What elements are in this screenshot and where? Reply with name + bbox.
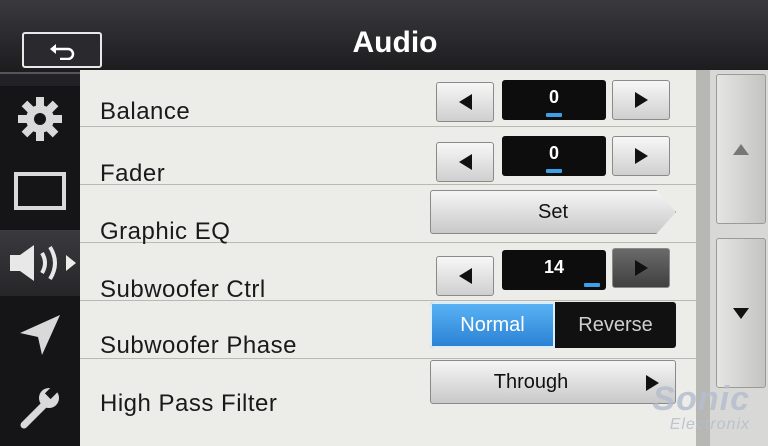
fader-label: Fader (100, 160, 166, 187)
settings-list: Balance 0 Fader 0 Graphic EQ Set Subwoof… (80, 70, 696, 446)
watermark-brand: Sonic (652, 380, 750, 418)
scroll-up-button[interactable] (716, 74, 766, 224)
subwoofer-decrease-button[interactable] (436, 256, 494, 296)
balance-value-text: 0 (548, 87, 559, 107)
header-bar: Audio (0, 0, 768, 74)
fader-value: 0 (502, 136, 606, 176)
speaker-icon (10, 245, 76, 281)
subwoofer-ctrl-row: Subwoofer Ctrl 14 (80, 244, 696, 303)
sidebar-item-navigation[interactable] (0, 302, 80, 368)
fader-value-text: 0 (548, 143, 559, 163)
right-arrow-icon (634, 260, 648, 276)
balance-level-indicator (546, 113, 562, 117)
audio-screen: Audio Balance 0 Fader 0 Graphic EQ Set S… (0, 0, 768, 446)
fader-increase-button[interactable] (612, 136, 670, 176)
page-title: Audio (352, 26, 438, 59)
phase-option-reverse[interactable]: Reverse (555, 302, 676, 348)
scroll-down-button[interactable] (716, 238, 766, 388)
fader-row: Fader 0 (80, 128, 696, 187)
subwoofer-phase-toggle: Normal Reverse (430, 302, 676, 348)
subwoofer-phase-label: Subwoofer Phase (100, 332, 297, 359)
right-arrow-icon (634, 148, 648, 164)
fader-decrease-button[interactable] (436, 142, 494, 182)
balance-value: 0 (502, 80, 606, 120)
watermark-sub: Electronix (669, 416, 750, 433)
subwoofer-level-indicator (584, 283, 600, 287)
back-arrow-icon (50, 44, 75, 60)
balance-decrease-button[interactable] (436, 82, 494, 122)
sidebar-item-display[interactable] (0, 158, 80, 224)
sidebar-item-audio[interactable] (0, 230, 80, 296)
left-arrow-icon (458, 94, 472, 110)
phase-option-normal[interactable]: Normal (430, 302, 555, 348)
sidebar (0, 86, 80, 446)
high-pass-filter-label: High Pass Filter (100, 390, 278, 417)
balance-increase-button[interactable] (612, 80, 670, 120)
subwoofer-value-text: 14 (543, 257, 565, 277)
high-pass-filter-value: Through (493, 371, 569, 393)
sidebar-item-tools[interactable] (0, 374, 80, 440)
subwoofer-increase-button[interactable] (612, 248, 670, 288)
right-arrow-icon (634, 92, 648, 108)
graphic-eq-label: Graphic EQ (100, 218, 231, 245)
subwoofer-ctrl-label: Subwoofer Ctrl (100, 276, 266, 303)
up-arrow-icon (733, 143, 749, 155)
navigation-arrow-icon (20, 315, 60, 355)
down-arrow-icon (733, 307, 749, 319)
subwoofer-value: 14 (502, 250, 606, 290)
balance-row: Balance 0 (80, 70, 696, 127)
screen-icon (14, 172, 66, 210)
back-button[interactable] (22, 32, 102, 68)
sidebar-item-settings[interactable] (0, 86, 80, 152)
left-arrow-icon (458, 268, 472, 284)
graphic-eq-set-button[interactable]: Set (430, 190, 676, 234)
gear-icon (18, 97, 62, 141)
wrench-icon (20, 384, 60, 429)
high-pass-filter-button[interactable]: Through (430, 360, 676, 404)
left-arrow-icon (458, 154, 472, 170)
watermark-logo: Sonic Electronix (652, 382, 750, 434)
balance-label: Balance (100, 98, 191, 125)
fader-level-indicator (546, 169, 562, 173)
